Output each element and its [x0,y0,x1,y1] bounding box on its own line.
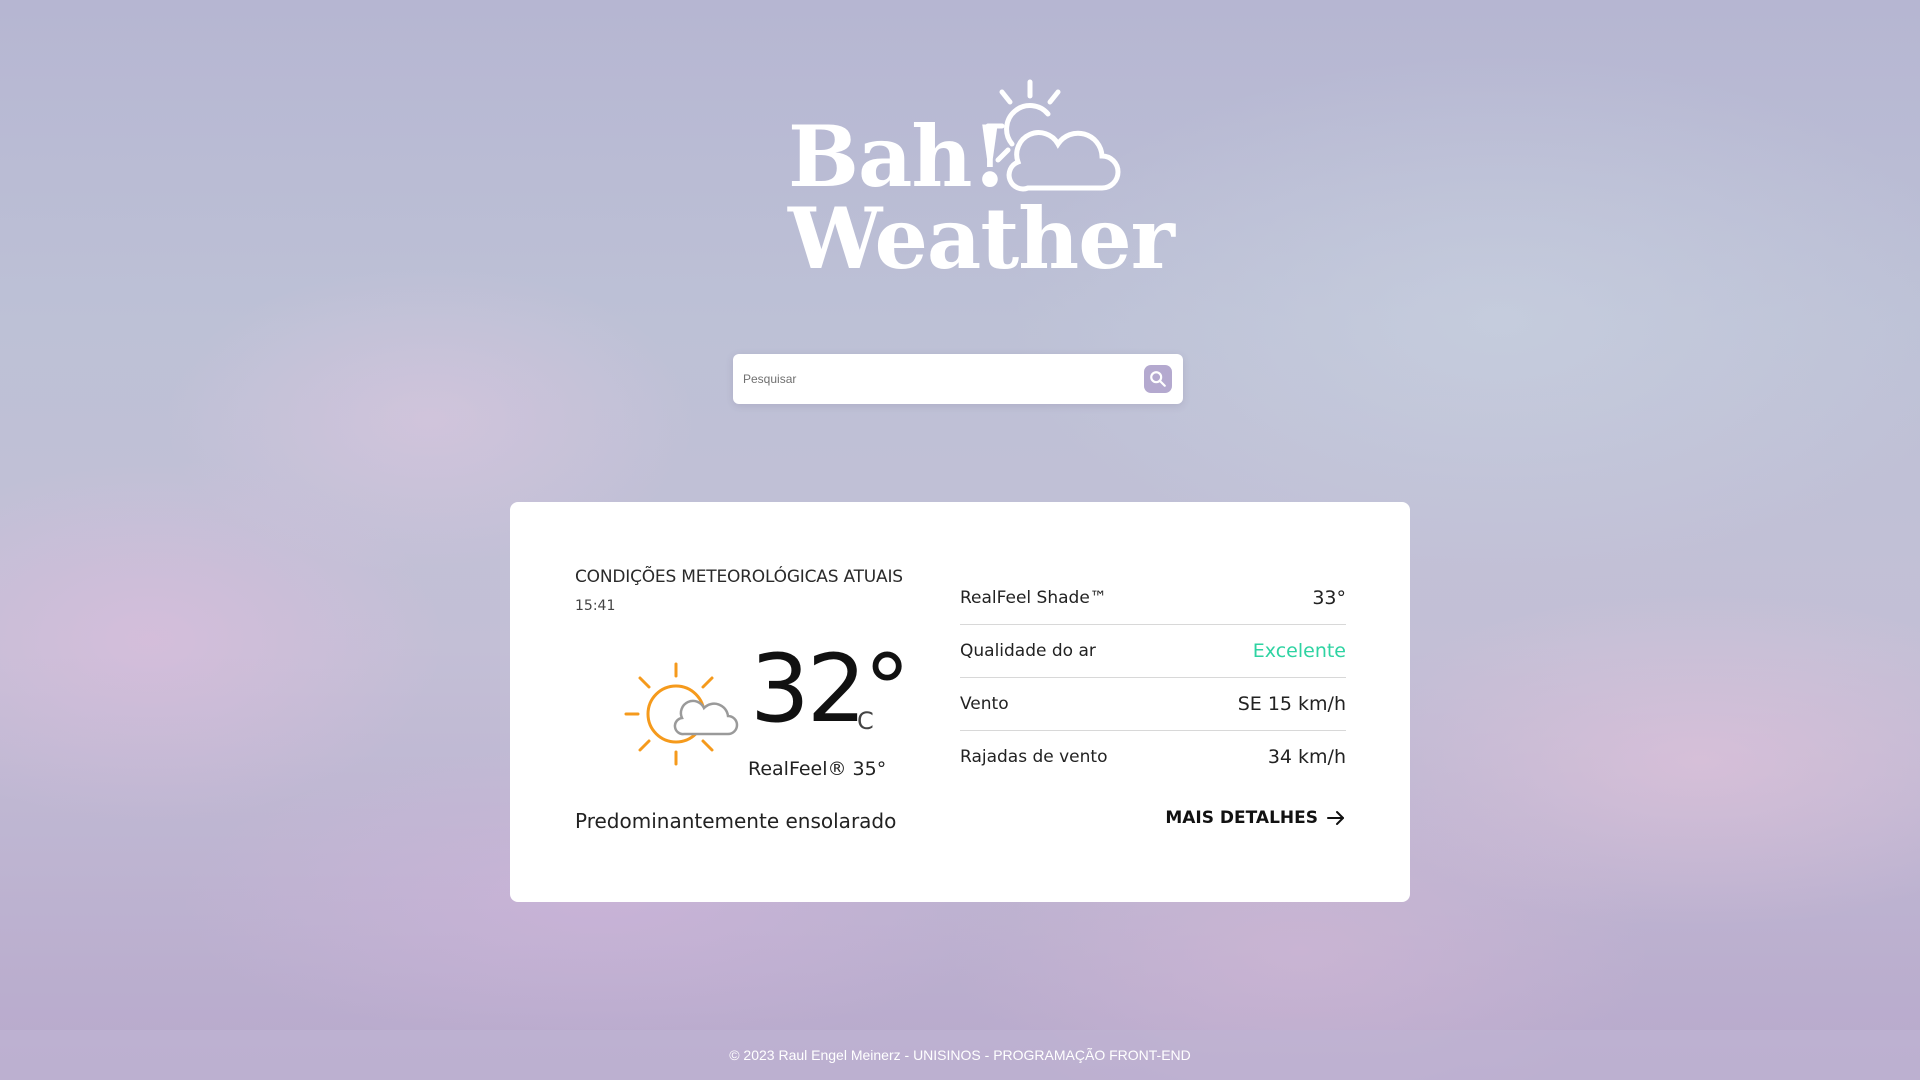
mostly-sunny-icon [624,662,739,766]
more-details-label: MAIS DETALHES [1165,808,1318,828]
detail-row-realfeel-shade: RealFeel Shade™ 33° [960,572,1346,625]
current-weather-card: CONDIÇÕES METEOROLÓGICAS ATUAIS 15:41 32… [510,502,1410,902]
detail-label: RealFeel Shade™ [960,588,1107,608]
observation-time: 15:41 [575,598,616,614]
detail-row-wind-gusts: Rajadas de vento 34 km/h [960,731,1346,783]
detail-label: Vento [960,694,1009,714]
weather-details-list: RealFeel Shade™ 33° Qualidade do ar Exce… [960,572,1346,783]
detail-value: SE 15 km/h [1237,693,1346,715]
temperature-unit: C [857,707,874,735]
search-button[interactable] [1144,365,1172,393]
search-bar [733,354,1183,404]
condition-text: Predominantemente ensolarado [575,809,897,833]
search-input[interactable] [733,354,1123,404]
current-temperature: 32° [750,635,911,744]
detail-row-air-quality: Qualidade do ar Excelente [960,625,1346,678]
detail-label: Qualidade do ar [960,641,1096,661]
realfeel-value: RealFeel® 35° [748,758,887,780]
sun-cloud-icon [985,79,1121,192]
current-conditions-heading: CONDIÇÕES METEOROLÓGICAS ATUAIS [575,567,903,587]
page-footer: © 2023 Raul Engel Meinerz - UNISINOS - P… [0,1030,1920,1080]
more-details-link[interactable]: MAIS DETALHES [1165,808,1346,828]
detail-value: 33° [1312,587,1346,609]
detail-value: 34 km/h [1267,746,1346,768]
search-icon [1150,371,1166,387]
air-quality-status: Excelente [1252,640,1346,662]
detail-row-wind: Vento SE 15 km/h [960,678,1346,731]
arrow-right-icon [1327,811,1344,825]
footer-copyright: © 2023 Raul Engel Meinerz - UNISINOS - P… [729,1047,1191,1063]
app-logo: Bah! Weather [788,78,1175,288]
logo-line-2: Weather [788,189,1175,288]
detail-label: Rajadas de vento [960,747,1108,767]
